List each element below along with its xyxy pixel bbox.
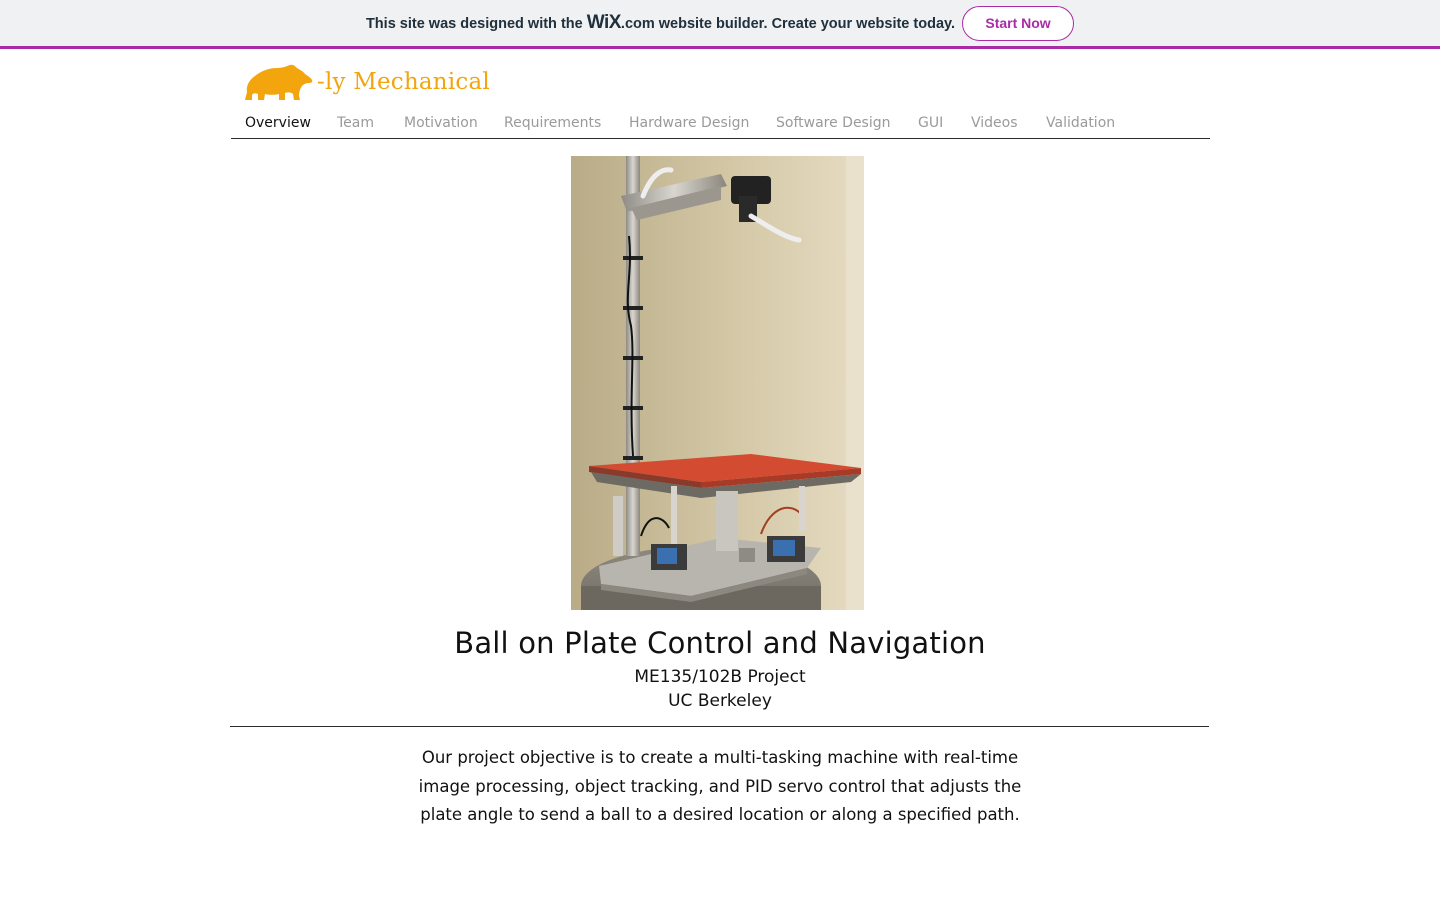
wix-promo-prefix: This site was designed with the (365, 16, 583, 32)
section-divider (230, 726, 1209, 727)
nav-item-requirements[interactable]: Requirements (504, 115, 601, 131)
wix-logo[interactable]: WiX (587, 12, 622, 34)
start-now-button[interactable]: Start Now (962, 5, 1075, 41)
nav-item-overview[interactable]: Overview (245, 115, 311, 131)
course-subtitle: ME135/102B Project (634, 667, 806, 687)
ball-on-plate-rig-photo (571, 156, 864, 610)
nav-item-software-design[interactable]: Software Design (776, 115, 891, 131)
school-subtitle: UC Berkeley (668, 691, 772, 711)
main-nav: Overview Team Motivation Requirements Ha… (231, 112, 1210, 139)
page-title: Ball on Plate Control and Navigation (454, 626, 986, 660)
wix-logo-dotcom: .com (620, 16, 655, 32)
nav-item-hardware-design[interactable]: Hardware Design (629, 115, 749, 131)
nav-item-motivation[interactable]: Motivation (404, 115, 478, 131)
nav-item-team[interactable]: Team (337, 115, 374, 131)
site-logo-text: -ly Mechanical (317, 69, 490, 95)
nav-item-videos[interactable]: Videos (971, 115, 1018, 131)
wix-promo-suffix: website builder. Create your website tod… (658, 16, 956, 32)
bear-icon (243, 62, 315, 102)
nav-item-validation[interactable]: Validation (1046, 115, 1115, 131)
site-logo[interactable]: -ly Mechanical (243, 62, 490, 102)
project-objective-text: Our project objective is to create a mul… (418, 748, 1022, 824)
wix-promo-text: This site was designed with the WiX .com… (366, 12, 955, 34)
nav-item-gui[interactable]: GUI (918, 115, 943, 131)
wix-promo-banner: This site was designed with the WiX .com… (0, 0, 1440, 49)
